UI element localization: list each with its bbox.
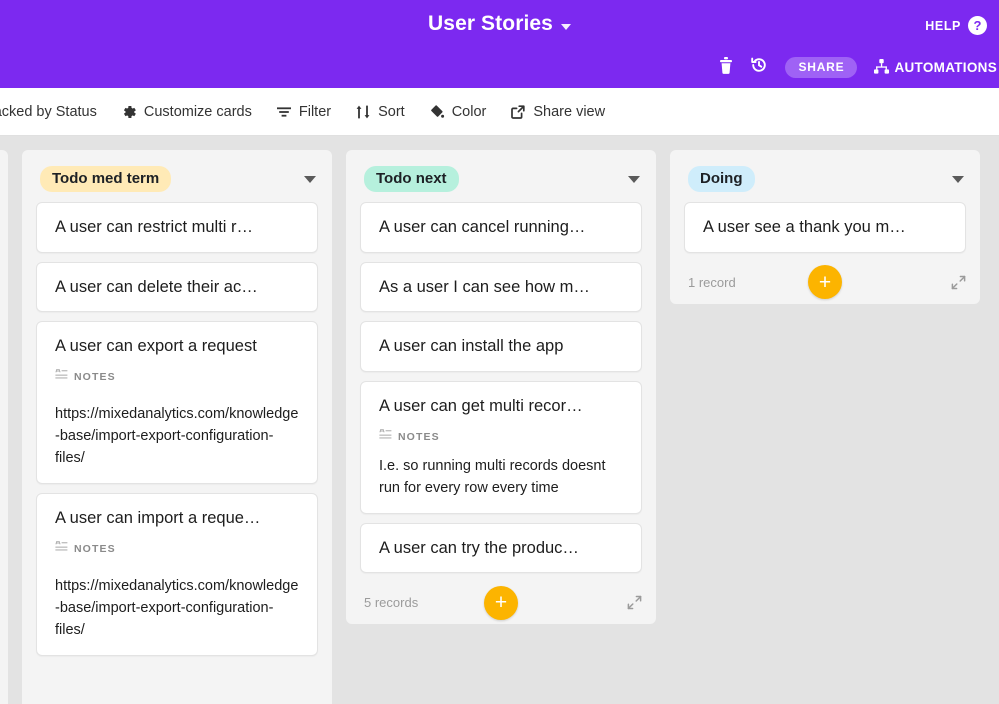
kanban-card[interactable]: A user can restrict multi r… [36, 202, 318, 253]
card-title: A user can delete their ac… [55, 277, 258, 296]
kanban-stack-todo-next: Todo next A user can cancel running… As … [346, 150, 656, 625]
card-title: A user can import a reque… [55, 508, 261, 527]
external-link-icon [510, 104, 526, 120]
card-title: A user can get multi recor… [379, 396, 583, 415]
card-field-value: I.e. so running multi records doesnt run… [379, 457, 606, 496]
card-field-label-row: NOTES [55, 540, 299, 558]
chevron-down-icon[interactable] [304, 175, 316, 183]
stack-card-list: A user see a thank you m… [670, 202, 980, 253]
record-count: 1 record [688, 274, 736, 290]
kanban-card[interactable]: A user can delete their ac… [36, 261, 318, 313]
app-title-group[interactable]: User Stories [0, 12, 999, 36]
status-badge: Doing [688, 166, 755, 192]
kanban-card[interactable]: As a user I can see how m… [360, 261, 642, 313]
long-text-icon [379, 428, 392, 446]
chevron-down-icon[interactable] [628, 175, 640, 183]
kanban-card[interactable]: A user can try the produc… [360, 522, 642, 574]
automations-label: AUTOMATIONS [894, 60, 997, 75]
view-toolbar: Stacked by Status Customize cards Filter [0, 88, 999, 136]
kanban-card[interactable]: A user see a thank you m… [684, 202, 966, 253]
chevron-down-icon[interactable] [952, 175, 964, 183]
card-title: A user see a thank you m… [703, 218, 906, 236]
automations-button[interactable]: AUTOMATIONS [874, 58, 997, 77]
toolbar-share-view[interactable]: Share view [510, 104, 605, 120]
paint-drop-icon [429, 104, 445, 120]
stack-footer: 5 records + [346, 581, 656, 624]
card-field-label: NOTES [74, 542, 116, 555]
app-header: User Stories HELP ? SHARE AUTOMATIONS [0, 0, 999, 88]
toolbar-color[interactable]: Color [429, 103, 487, 120]
record-count: 5 records [364, 595, 419, 611]
long-text-icon [55, 540, 68, 558]
history-clock-icon[interactable] [750, 56, 768, 79]
toolbar-customize-cards[interactable]: Customize cards [121, 104, 252, 120]
add-record-button[interactable]: + [808, 265, 842, 300]
header-actions: SHARE AUTOMATIONS [719, 56, 999, 79]
card-title: As a user I can see how m… [379, 277, 590, 296]
kanban-stack-todo-med-term: Todo med term A user can restrict multi … [22, 150, 332, 704]
card-title: A user can cancel running… [379, 218, 586, 236]
help-button[interactable]: HELP ? [925, 16, 987, 35]
card-field-label: NOTES [74, 370, 116, 383]
add-record-button[interactable]: + [484, 585, 518, 620]
expand-stack-icon[interactable] [627, 595, 642, 610]
kanban-stack-partial[interactable] [0, 150, 8, 704]
expand-stack-icon[interactable] [951, 275, 966, 290]
card-field-value: https://mixedanalytics.com/knowledge-bas… [55, 577, 299, 638]
toolbar-stacked-by-status-label: Stacked by Status [0, 103, 97, 120]
toolbar-filter-label: Filter [298, 103, 332, 120]
gear-icon [121, 104, 137, 120]
trash-icon[interactable] [719, 56, 733, 79]
chevron-down-icon[interactable] [560, 23, 571, 30]
card-title: A user can install the app [379, 337, 564, 356]
toolbar-filter[interactable]: Filter [276, 104, 331, 120]
card-field-label-row: NOTES [379, 428, 623, 446]
card-title: A user can try the produc… [379, 538, 579, 557]
kanban-card[interactable]: A user can cancel running… [360, 202, 642, 253]
share-button[interactable]: SHARE [785, 57, 858, 78]
kanban-card[interactable]: A user can import a reque… NOTES https:/… [36, 492, 318, 656]
toolbar-sort-label: Sort [378, 103, 405, 120]
status-badge: Todo med term [40, 166, 172, 192]
page-title: User Stories [428, 12, 553, 35]
toolbar-customize-cards-label: Customize cards [143, 103, 252, 120]
kanban-card[interactable]: A user can get multi recor… NOTES I.e. s… [360, 380, 642, 514]
card-field-label: NOTES [398, 430, 440, 443]
help-label: HELP [925, 18, 961, 33]
toolbar-stacked-by-status[interactable]: Stacked by Status [0, 104, 97, 120]
kanban-board: Todo med term A user can restrict multi … [0, 136, 999, 704]
stack-footer: 1 record + [670, 261, 980, 304]
long-text-icon [55, 368, 68, 386]
stack-card-list: A user can cancel running… As a user I c… [346, 202, 656, 574]
card-title: A user can export a request [55, 337, 257, 356]
stack-card-list: A user can restrict multi r… A user can … [22, 202, 332, 656]
sort-arrows-icon [355, 104, 371, 120]
stack-header[interactable]: Doing [670, 150, 980, 202]
toolbar-sort[interactable]: Sort [355, 104, 405, 120]
kanban-card[interactable]: A user can export a request NOTES https:… [36, 321, 318, 484]
automations-hierarchy-icon [874, 58, 890, 77]
toolbar-color-label: Color [451, 103, 487, 120]
toolbar-share-view-label: Share view [533, 103, 606, 120]
kanban-stack-doing: Doing A user see a thank you m… 1 record… [670, 150, 980, 304]
stack-header[interactable]: Todo next [346, 150, 656, 202]
card-field-value: https://mixedanalytics.com/knowledge-bas… [55, 405, 299, 466]
stack-header[interactable]: Todo med term [22, 150, 332, 202]
question-mark-circle-icon[interactable]: ? [968, 16, 987, 35]
status-badge: Todo next [364, 166, 459, 192]
card-title: A user can restrict multi r… [55, 218, 254, 236]
card-field-label-row: NOTES [55, 368, 299, 386]
filter-icon [276, 104, 292, 120]
kanban-card[interactable]: A user can install the app [360, 321, 642, 372]
